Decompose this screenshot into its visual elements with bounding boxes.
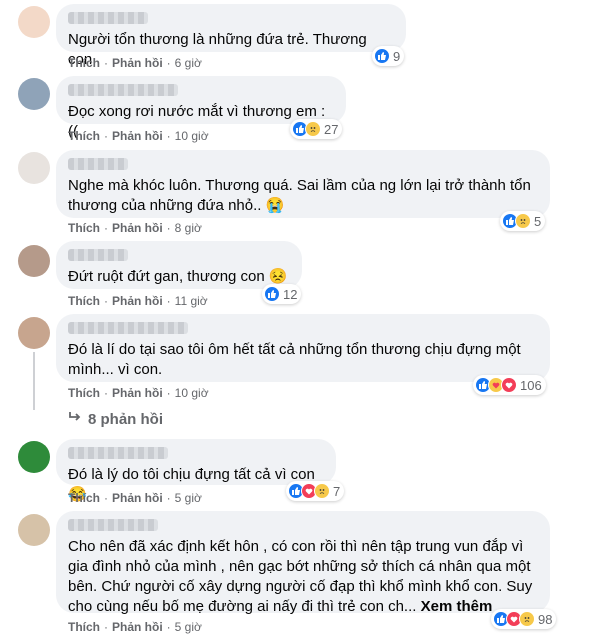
timestamp[interactable]: 6 giờ <box>175 56 202 70</box>
avatar[interactable] <box>18 441 50 473</box>
reaction-summary[interactable]: 12 <box>262 284 302 304</box>
avatar[interactable] <box>18 152 50 184</box>
comment-bubble: Đọc xong rơi nước mắt vì thương em :(( <box>56 76 346 140</box>
avatar[interactable] <box>18 6 50 38</box>
comment-bubble: Đó là lí do tại sao tôi ôm hết tất cả nh… <box>56 314 550 382</box>
sad-icon <box>305 121 321 137</box>
reply-link[interactable]: Phản hồi <box>112 386 163 400</box>
comment-text: Đứt ruột đứt gan, thương con 😣 <box>68 268 288 285</box>
like-link[interactable]: Thích <box>68 56 100 70</box>
reply-link[interactable]: Phản hồi <box>112 491 163 505</box>
author-name-blurred[interactable] <box>68 158 128 170</box>
reaction-summary[interactable]: 9 <box>372 46 405 66</box>
avatar[interactable] <box>18 514 50 546</box>
comment-text: Nghe mà khóc luôn. Thương quá. Sai lầm c… <box>68 177 531 214</box>
thread-line <box>33 352 35 410</box>
sad-icon <box>519 611 535 627</box>
avatar[interactable] <box>18 78 50 110</box>
sad-icon <box>515 213 531 229</box>
timestamp[interactable]: 8 giờ <box>175 221 202 235</box>
comment-actions: Thích · Phản hồi · 10 giờ <box>68 129 209 143</box>
timestamp[interactable]: 10 giờ <box>175 386 209 400</box>
comment-actions: Thích · Phản hồi · 6 giờ <box>68 56 202 70</box>
like-link[interactable]: Thích <box>68 294 100 308</box>
timestamp[interactable]: 10 giờ <box>175 129 209 143</box>
author-name-blurred[interactable] <box>68 249 128 261</box>
reply-link[interactable]: Phản hồi <box>112 620 163 634</box>
author-name-blurred[interactable] <box>68 84 178 96</box>
author-name-blurred[interactable] <box>68 447 168 459</box>
like-icon <box>374 48 390 64</box>
author-name-blurred[interactable] <box>68 322 188 334</box>
comment-text: Cho nên đã xác định kết hôn , có con rồi… <box>68 538 533 615</box>
timestamp[interactable]: 11 giờ <box>175 294 208 308</box>
reaction-summary[interactable]: 5 <box>500 211 546 231</box>
comment-bubble: Đó là lý do tôi chịu đựng tất cả vì con😂 <box>56 439 336 503</box>
comment-bubble: Đứt ruột đứt gan, thương con 😣 <box>56 241 302 289</box>
comment-actions: Thích · Phản hồi · 5 giờ <box>68 620 202 634</box>
timestamp[interactable]: 5 giờ <box>175 491 202 505</box>
like-link[interactable]: Thích <box>68 386 100 400</box>
view-replies-link[interactable]: 8 phản hồi <box>68 410 163 428</box>
comment-text: Đó là lí do tại sao tôi ôm hết tất cả nh… <box>68 341 521 378</box>
like-link[interactable]: Thích <box>68 491 100 505</box>
avatar[interactable] <box>18 317 50 349</box>
reply-link[interactable]: Phản hồi <box>112 221 163 235</box>
author-name-blurred[interactable] <box>68 519 158 531</box>
timestamp[interactable]: 5 giờ <box>175 620 202 634</box>
avatar[interactable] <box>18 245 50 277</box>
like-link[interactable]: Thích <box>68 620 100 634</box>
reaction-summary[interactable]: 98 <box>491 609 557 629</box>
see-more-link[interactable]: Xem thêm <box>421 598 493 615</box>
comment-actions: Thích · Phản hồi · 10 giờ <box>68 386 209 400</box>
like-link[interactable]: Thích <box>68 129 100 143</box>
comment-bubble: Nghe mà khóc luôn. Thương quá. Sai lầm c… <box>56 150 550 218</box>
comment-bubble: Cho nên đã xác định kết hôn , có con rồi… <box>56 511 550 615</box>
comment-bubble: Người tổn thương là những đứa trẻ. Thươn… <box>56 4 406 68</box>
author-name-blurred[interactable] <box>68 12 148 24</box>
heart-icon <box>501 377 517 393</box>
reaction-summary[interactable]: 7 <box>286 481 345 501</box>
sad-icon <box>314 483 330 499</box>
reaction-summary[interactable]: 106 <box>473 375 546 395</box>
comment-actions: Thích · Phản hồi · 11 giờ <box>68 294 208 308</box>
like-icon <box>264 286 280 302</box>
reply-link[interactable]: Phản hồi <box>112 294 163 308</box>
reaction-summary[interactable]: 27 <box>290 119 343 139</box>
reply-arrow-icon <box>68 410 82 428</box>
reply-link[interactable]: Phản hồi <box>112 129 163 143</box>
reply-link[interactable]: Phản hồi <box>112 56 163 70</box>
comment-actions: Thích · Phản hồi · 8 giờ <box>68 221 202 235</box>
like-link[interactable]: Thích <box>68 221 100 235</box>
comment-actions: Thích · Phản hồi · 5 giờ <box>68 491 202 505</box>
